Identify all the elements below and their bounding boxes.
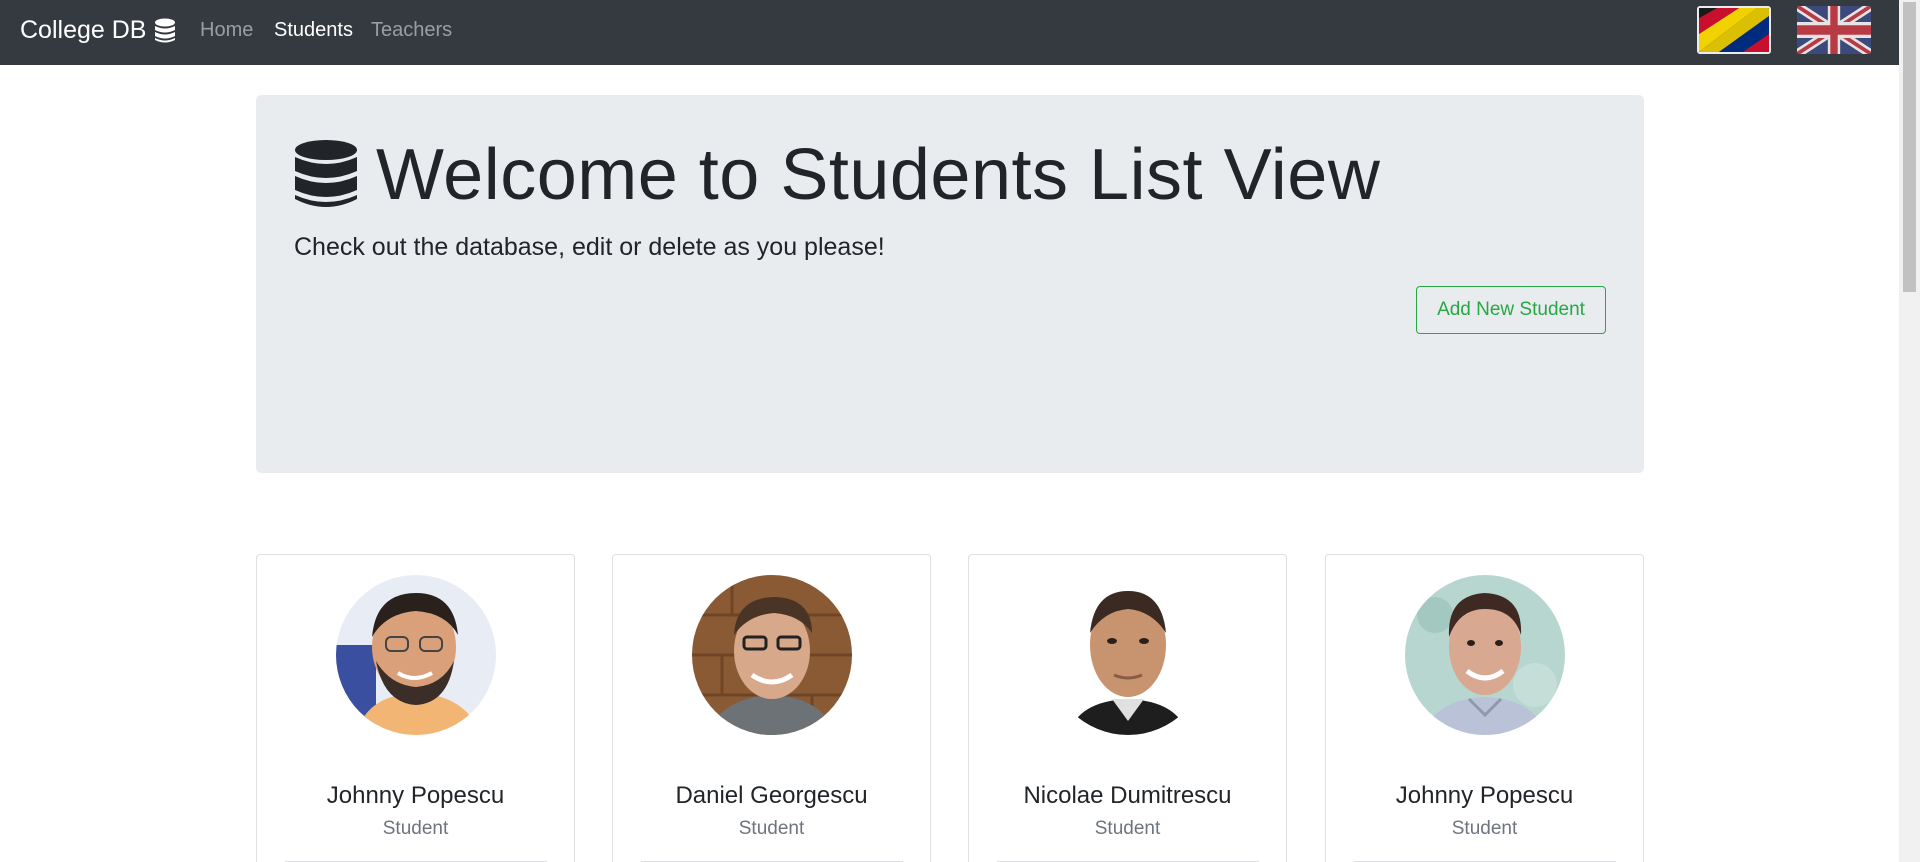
student-role: Student	[382, 818, 449, 839]
welcome-jumbotron: Welcome to Students List View Check out …	[256, 95, 1644, 473]
romanian-flag-icon[interactable]	[1697, 6, 1771, 54]
student-name: Johnny Popescu	[326, 782, 505, 809]
student-card: Daniel Georgescu Student	[612, 554, 931, 862]
student-name: Daniel Georgescu	[675, 782, 868, 809]
scrollbar-thumb[interactable]	[1903, 2, 1916, 292]
student-role: Student	[1094, 818, 1161, 839]
page-title: Welcome to Students List View	[294, 139, 1380, 211]
student-name: Johnny Popescu	[1395, 782, 1574, 809]
student-card: Nicolae Dumitrescu Student	[968, 554, 1287, 862]
nav-home[interactable]: Home	[200, 19, 253, 42]
student-role: Student	[1451, 818, 1518, 839]
student-name: Nicolae Dumitrescu	[1023, 782, 1232, 809]
uk-flag-icon[interactable]	[1797, 6, 1871, 54]
student-avatar	[1048, 575, 1208, 735]
student-card: Johnny Popescu Student	[1325, 554, 1644, 862]
brand-link[interactable]: College DB	[20, 16, 176, 45]
page-subtitle: Check out the database, edit or delete a…	[294, 233, 885, 261]
database-icon	[155, 18, 176, 42]
add-new-student-button[interactable]: Add New Student	[1416, 286, 1606, 334]
student-card: Johnny Popescu Student	[256, 554, 575, 862]
student-role: Student	[738, 818, 805, 839]
top-navbar: College DB Home Students Teachers	[0, 0, 1899, 65]
page-scrollbar[interactable]	[1899, 0, 1920, 862]
student-avatar	[1405, 575, 1565, 735]
nav-teachers[interactable]: Teachers	[371, 19, 452, 42]
nav-students[interactable]: Students	[274, 19, 353, 42]
database-icon	[295, 140, 357, 207]
student-avatar	[692, 575, 852, 735]
brand-label: College DB	[20, 16, 147, 44]
student-avatar	[336, 575, 496, 735]
page-title-text: Welcome to Students List View	[376, 135, 1381, 215]
